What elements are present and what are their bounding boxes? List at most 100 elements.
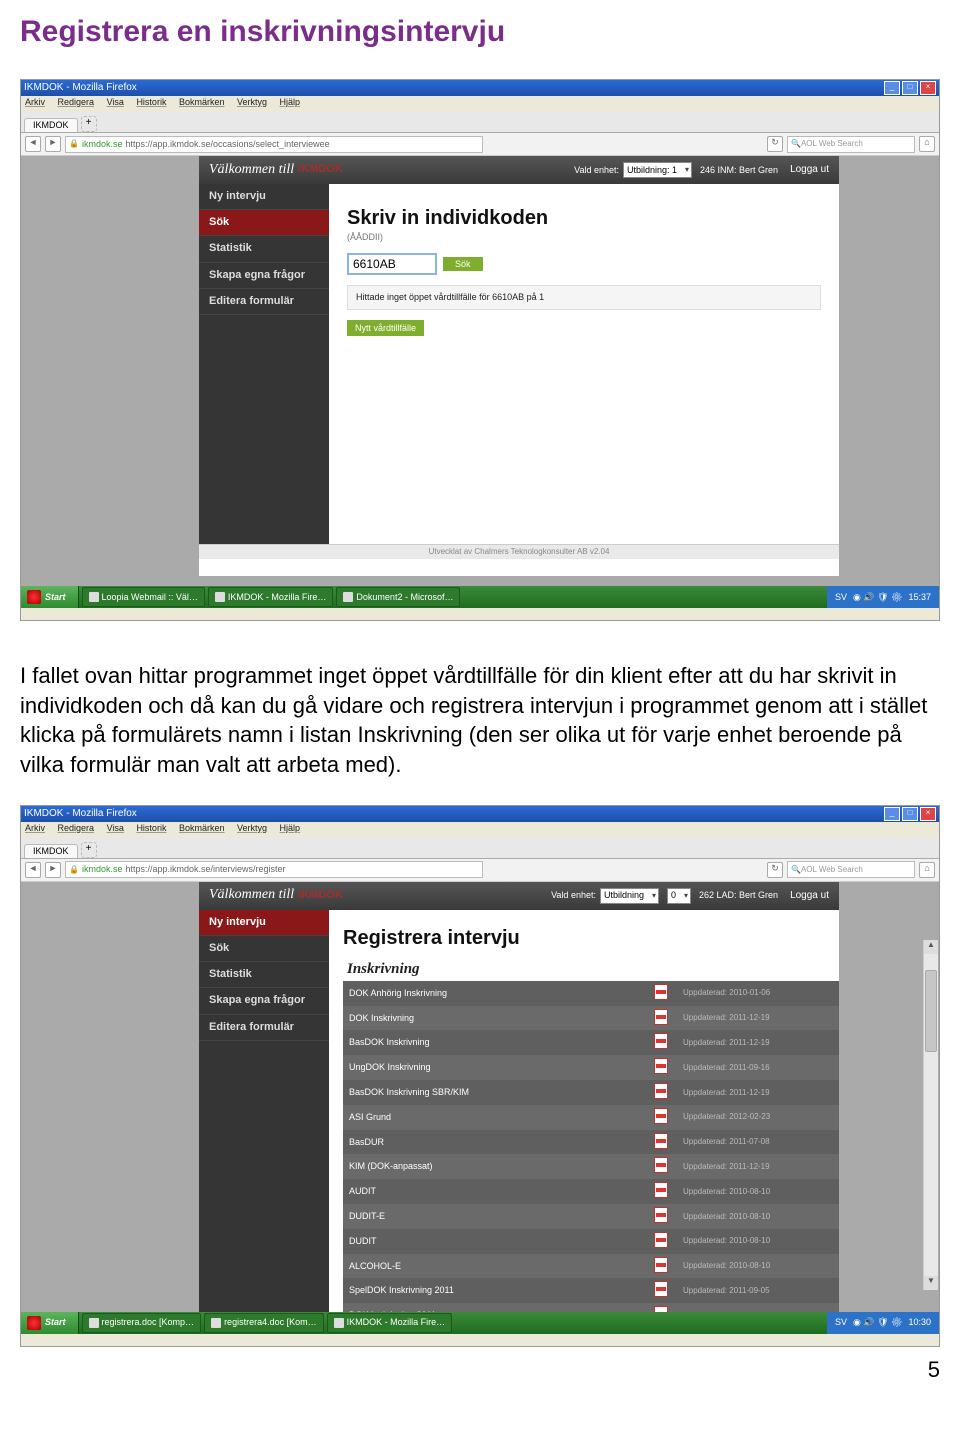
start-button[interactable]: Start — [21, 586, 79, 608]
pdf-icon[interactable] — [645, 1204, 677, 1229]
minimize-button[interactable]: _ — [884, 807, 900, 821]
home-button[interactable]: ⌂ — [919, 862, 935, 878]
form-name[interactable]: DUDIT-E — [343, 1204, 645, 1229]
minimize-button[interactable]: _ — [884, 81, 900, 95]
form-row[interactable]: DOK InskrivningUppdaterad: 2011-12-19 — [343, 1006, 839, 1031]
sidebar-item-ny-intervju[interactable]: Ny intervju — [199, 910, 329, 936]
tab-ikmdok[interactable]: IKMDOK — [24, 118, 78, 132]
sidebar-item-editera[interactable]: Editera formulär — [199, 289, 329, 315]
pdf-icon[interactable] — [645, 1105, 677, 1130]
pdf-icon[interactable] — [645, 1055, 677, 1080]
browser-search[interactable]: 🔍 AOL Web Search — [787, 861, 915, 878]
logout-link[interactable]: Logga ut — [790, 890, 829, 902]
taskbar-item[interactable]: registrera4.doc [Kom… — [204, 1313, 324, 1333]
menu-visa[interactable]: Visa — [107, 97, 124, 107]
form-name[interactable]: UngDOK Inskrivning — [343, 1055, 645, 1080]
pdf-icon[interactable] — [645, 1254, 677, 1279]
scrollbar[interactable]: ▲ ▼ — [923, 940, 938, 1290]
form-row[interactable]: ASI GrundUppdaterad: 2012-02-23 — [343, 1105, 839, 1130]
maximize-button[interactable]: □ — [902, 81, 918, 95]
reload-button[interactable]: ↻ — [767, 862, 783, 878]
taskbar-item[interactable]: registrera.doc [Komp… — [82, 1313, 202, 1333]
form-row[interactable]: DUDITUppdaterad: 2010-08-10 — [343, 1229, 839, 1254]
pdf-icon[interactable] — [645, 1179, 677, 1204]
taskbar-item[interactable]: Dokument2 - Microsof… — [336, 587, 460, 607]
form-name[interactable]: BasDUR — [343, 1130, 645, 1155]
pdf-icon[interactable] — [645, 1154, 677, 1179]
menu-arkiv[interactable]: Arkiv — [25, 97, 45, 107]
back-button[interactable]: ◄ — [25, 136, 41, 152]
form-row[interactable]: BasDURUppdaterad: 2011-07-08 — [343, 1130, 839, 1155]
form-row[interactable]: KIM (DOK-anpassat)Uppdaterad: 2011-12-19 — [343, 1154, 839, 1179]
nytt-vardtillfalle-button[interactable]: Nytt vårdtillfälle — [347, 320, 424, 336]
form-name[interactable]: DOK Inskrivning — [343, 1006, 645, 1031]
url-field[interactable]: 🔒 ikmdok.se https://app.ikmdok.se/interv… — [65, 861, 483, 878]
sidebar-item-ny-intervju[interactable]: Ny intervju — [199, 184, 329, 210]
form-row[interactable]: DOK Anhörig InskrivningUppdaterad: 2010-… — [343, 981, 839, 1006]
sidebar-item-sok[interactable]: Sök — [199, 210, 329, 236]
menu-historik[interactable]: Historik — [136, 97, 166, 107]
menu-arkiv[interactable]: Arkiv — [25, 823, 45, 833]
pdf-icon[interactable] — [645, 1130, 677, 1155]
browser-search[interactable]: 🔍 AOL Web Search — [787, 136, 915, 153]
pdf-icon[interactable] — [645, 981, 677, 1006]
form-name[interactable]: ASI Grund — [343, 1105, 645, 1130]
forward-button[interactable]: ► — [45, 136, 61, 152]
pdf-icon[interactable] — [645, 1278, 677, 1303]
scroll-up-icon[interactable]: ▲ — [924, 940, 938, 954]
menu-bokmarken[interactable]: Bokmärken — [179, 823, 225, 833]
sidebar-item-statistik[interactable]: Statistik — [199, 236, 329, 262]
sidebar-item-skapa-fragor[interactable]: Skapa egna frågor — [199, 263, 329, 289]
menu-hjalp[interactable]: Hjälp — [280, 823, 301, 833]
menu-historik[interactable]: Historik — [136, 823, 166, 833]
new-tab-button[interactable]: + — [81, 116, 97, 132]
taskbar-item[interactable]: Loopia Webmail :: Väl… — [82, 587, 205, 607]
pdf-icon[interactable] — [645, 1030, 677, 1055]
form-name[interactable]: SpelDOK Inskrivning 2011 — [343, 1278, 645, 1303]
home-button[interactable]: ⌂ — [919, 136, 935, 152]
form-row[interactable]: ALCOHOL-EUppdaterad: 2010-08-10 — [343, 1254, 839, 1279]
form-name[interactable]: BasDOK Inskrivning SBR/KIM — [343, 1080, 645, 1105]
unit-select-a[interactable]: Utbildning — [600, 888, 659, 904]
individkod-input[interactable] — [347, 253, 437, 275]
pdf-icon[interactable] — [645, 1006, 677, 1031]
menubar[interactable]: Arkiv Redigera Visa Historik Bokmärken V… — [21, 96, 939, 112]
form-name[interactable]: DUDIT — [343, 1229, 645, 1254]
scroll-down-icon[interactable]: ▼ — [924, 1276, 938, 1290]
form-name[interactable]: BasDOK Inskrivning — [343, 1030, 645, 1055]
new-tab-button[interactable]: + — [81, 842, 97, 858]
form-row[interactable]: BasDOK Inskrivning SBR/KIMUppdaterad: 20… — [343, 1080, 839, 1105]
tab-ikmdok[interactable]: IKMDOK — [24, 844, 78, 858]
url-field[interactable]: 🔒 ikmdok.se https://app.ikmdok.se/occasi… — [65, 136, 483, 153]
sidebar-item-statistik[interactable]: Statistik — [199, 962, 329, 988]
form-name[interactable]: KIM (DOK-anpassat) — [343, 1154, 645, 1179]
form-row[interactable]: UngDOK InskrivningUppdaterad: 2011-09-16 — [343, 1055, 839, 1080]
taskbar-item[interactable]: IKMDOK - Mozilla Fire… — [327, 1313, 453, 1333]
menu-verktyg[interactable]: Verktyg — [237, 97, 267, 107]
menu-hjalp[interactable]: Hjälp — [280, 97, 301, 107]
sidebar-item-editera[interactable]: Editera formulär — [199, 1015, 329, 1041]
maximize-button[interactable]: □ — [902, 807, 918, 821]
sidebar-item-skapa-fragor[interactable]: Skapa egna frågor — [199, 988, 329, 1014]
menu-verktyg[interactable]: Verktyg — [237, 823, 267, 833]
menu-bokmarken[interactable]: Bokmärken — [179, 97, 225, 107]
form-name[interactable]: DOK Inskrivning 2011 — [343, 1303, 645, 1312]
sok-button[interactable]: Sök — [443, 257, 483, 271]
form-row[interactable]: DUDIT-EUppdaterad: 2010-08-10 — [343, 1204, 839, 1229]
sidebar-item-sok[interactable]: Sök — [199, 936, 329, 962]
form-row[interactable]: AUDITUppdaterad: 2010-08-10 — [343, 1179, 839, 1204]
menu-visa[interactable]: Visa — [107, 823, 124, 833]
menubar[interactable]: Arkiv Redigera Visa Historik Bokmärken V… — [21, 822, 939, 838]
back-button[interactable]: ◄ — [25, 862, 41, 878]
form-row[interactable]: DOK Inskrivning 2011Uppdaterad: 2011-08-… — [343, 1303, 839, 1312]
pdf-icon[interactable] — [645, 1229, 677, 1254]
close-button[interactable]: × — [920, 81, 936, 95]
reload-button[interactable]: ↻ — [767, 136, 783, 152]
form-name[interactable]: ALCOHOL-E — [343, 1254, 645, 1279]
form-name[interactable]: AUDIT — [343, 1179, 645, 1204]
forward-button[interactable]: ► — [45, 862, 61, 878]
menu-redigera[interactable]: Redigera — [58, 97, 95, 107]
form-row[interactable]: BasDOK InskrivningUppdaterad: 2011-12-19 — [343, 1030, 839, 1055]
menu-redigera[interactable]: Redigera — [58, 823, 95, 833]
form-row[interactable]: SpelDOK Inskrivning 2011Uppdaterad: 2011… — [343, 1278, 839, 1303]
